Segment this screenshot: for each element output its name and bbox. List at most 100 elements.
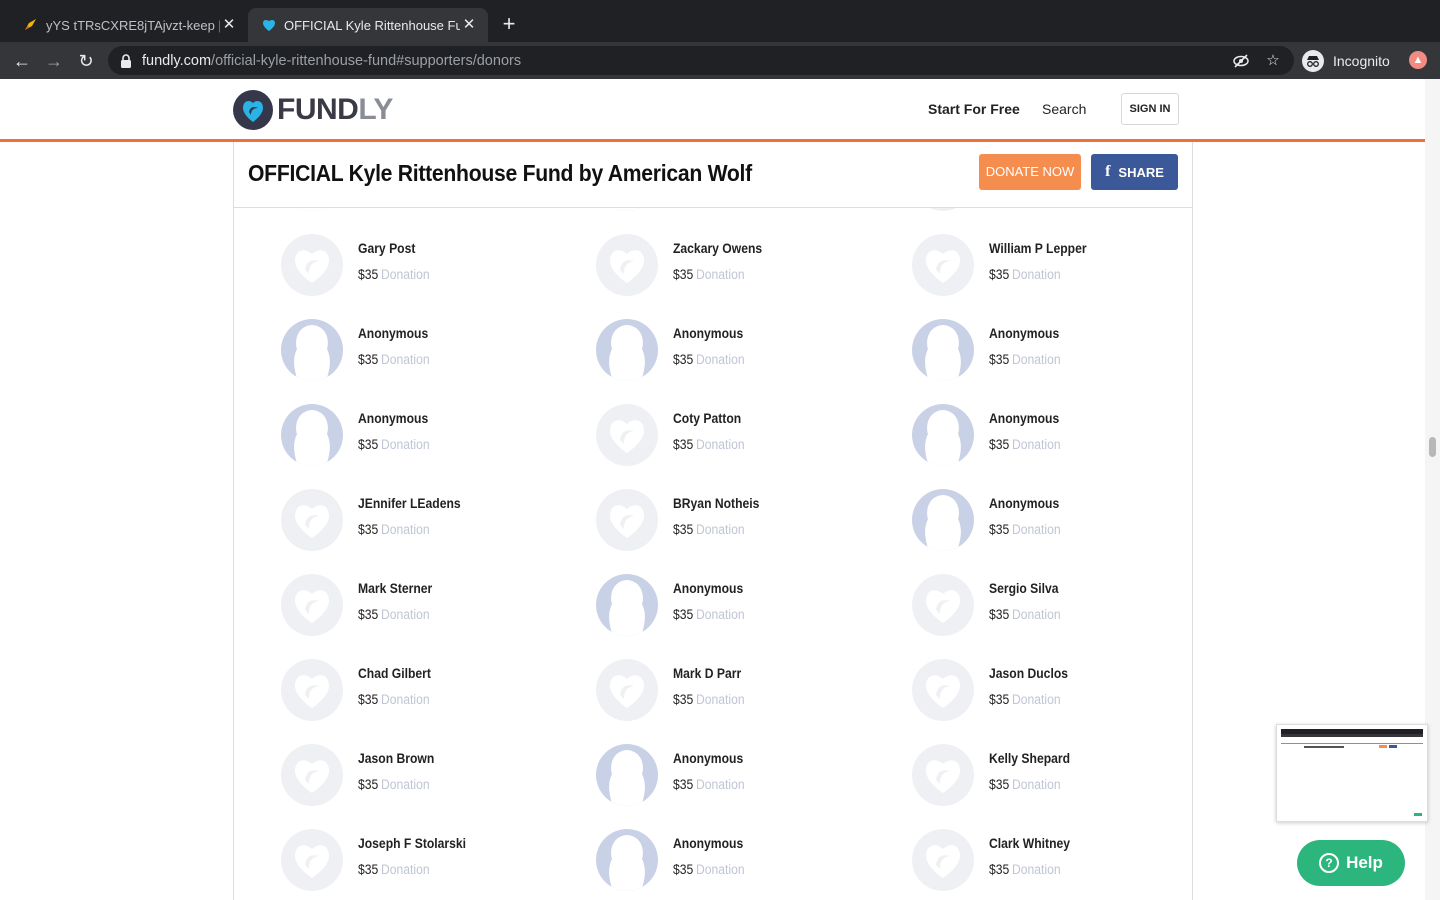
donor-name: Jason Duclos [989,666,1069,681]
donor-amount: $35Donation [673,437,745,452]
donor-item: Joseph F Stolarski $35 Donation [281,829,581,899]
share-label: SHARE [1118,164,1164,180]
donor-name: Clark Whitney [989,836,1071,851]
page-thumbnail-preview[interactable] [1276,724,1428,822]
donation-label: Donation [695,437,745,452]
tab-close-icon[interactable]: ✕ [460,16,478,34]
anonymous-avatar-icon [281,319,343,381]
donation-amount: $35 [673,777,694,792]
tab-close-icon[interactable]: ✕ [220,16,238,34]
back-icon[interactable]: ← [9,48,35,74]
donation-label: Donation [1011,692,1061,707]
star-icon[interactable]: ☆ [1264,52,1282,70]
donor-name: Anonymous [673,836,744,851]
fundly-avatar-icon [912,829,974,891]
donor-item: Zackary Owens $35 Donation [596,234,896,304]
donor-amount: $35Donation [358,692,430,707]
anonymous-avatar-icon [596,744,658,806]
fundly-avatar-icon [281,829,343,891]
donor-name: Coty Patton [673,411,742,426]
reload-icon[interactable]: ↻ [73,48,99,74]
donor-amount: $35Donation [673,777,745,792]
donation-amount: $35 [989,777,1010,792]
donor-item: Jason Brown $35 Donation [281,744,581,814]
donor-item: Anonymous $35Donation [596,744,896,814]
fundly-avatar-icon [596,659,658,721]
donation-label: Donation [1011,522,1061,537]
donor-amount: $35Donation [673,607,745,622]
incognito-indicator[interactable]: Incognito [1302,47,1390,74]
donation-amount: $35 [673,692,694,707]
donor-amount: $35Donation [358,522,430,537]
tab-keep[interactable]: yYS tTRsCXRE8jTAjvzt-keep | Ea ✕ [8,8,248,42]
extension-icon[interactable]: ▲ [1409,51,1427,69]
donor-name: Chad Gilbert [358,666,431,681]
donor-amount: $35Donation [358,607,430,622]
web-page: FUNDLY Start For Free Search SIGN IN OFF… [0,79,1425,900]
forward-icon[interactable]: → [41,48,67,74]
donor-amount: $35Donation [989,352,1061,367]
donor-item: Mark Sterner $35 Donation [281,574,581,644]
donor-item: Kelly Shepard $35 Donation [912,744,1212,814]
donor-name: Kelly Shepard [989,751,1071,766]
donation-amount: $35 [989,352,1010,367]
donor-item: Clark Whitney $35 Donation [912,829,1212,899]
fundly-avatar-icon [596,404,658,466]
donor-amount: $35Donation [989,267,1061,282]
donor-amount: $35Donation [989,692,1061,707]
donor-name: William P Lepper [989,241,1087,256]
donation-label: Donation [695,607,745,622]
donor-amount: $35Donation [673,522,745,537]
donation-amount: $35 [358,692,379,707]
address-bar[interactable]: fundly.com/official-kyle-rittenhouse-fun… [108,46,1294,75]
donate-now-button[interactable]: DONATE NOW [979,154,1081,190]
browser-tab-strip: yYS tTRsCXRE8jTAjvzt-keep | Ea ✕ OFFICIA… [0,0,1440,42]
start-for-free-link[interactable]: Start For Free [928,101,1020,117]
donation-amount: $35 [358,437,379,452]
fundly-avatar-icon [596,234,658,296]
donor-item: Mark D Parr $35 Donation [596,659,896,729]
anonymous-avatar-icon [596,829,658,891]
donor-item: Anonymous $35Donation [596,319,896,389]
donation-label: Donation [1011,777,1061,792]
scrollbar-thumb[interactable] [1429,437,1436,457]
donation-amount: $35 [358,862,379,877]
incognito-icon [1302,49,1324,72]
tab-fundly[interactable]: OFFICIAL Kyle Rittenhouse Fun ✕ [248,8,488,42]
fundly-logo[interactable]: FUNDLY [232,89,393,131]
new-tab-button[interactable]: + [496,13,522,37]
donor-item: Anonymous $35Donation [281,404,581,474]
donation-label: Donation [380,692,430,707]
donation-label: Donation [380,352,430,367]
donation-label: Donation [695,522,745,537]
fundly-avatar-icon [912,659,974,721]
donation-amount: $35 [358,607,379,622]
donor-item: Chad Gilbert $35 Donation [281,659,581,729]
anonymous-avatar-icon [596,574,658,636]
donor-name: Anonymous [358,411,429,426]
donor-item: Anonymous $35Donation [912,319,1212,389]
donor-amount: $35Donation [989,437,1061,452]
donor-list: Anonymous$35DonationAnonymous$35Donation… [233,142,1193,900]
donor-item: JEnnifer LEadens $35 Donation [281,489,581,559]
donation-label: Donation [380,437,430,452]
donation-label: Donation [380,777,430,792]
eye-off-icon[interactable] [1232,52,1250,70]
lock-icon [121,53,131,68]
search-link[interactable]: Search [1042,101,1086,117]
donation-label: Donation [380,862,430,877]
sign-in-button[interactable]: SIGN IN [1121,93,1179,125]
help-question-icon: ? [1319,853,1340,873]
help-button[interactable]: ? Help [1297,840,1405,886]
donor-name: Mark D Parr [673,666,742,681]
donor-amount: $35Donation [673,267,745,282]
donor-name: Anonymous [358,326,429,341]
facebook-share-button[interactable]: f SHARE [1091,154,1178,190]
fundly-wordmark: FUNDLY [277,93,393,126]
fundly-avatar-icon [281,234,343,296]
donor-name: JEnnifer LEadens [358,496,461,511]
donation-amount: $35 [989,862,1010,877]
donation-amount: $35 [673,267,694,282]
donor-item: Gary Post $35 Donation [281,234,581,304]
fundly-avatar-icon [912,574,974,636]
